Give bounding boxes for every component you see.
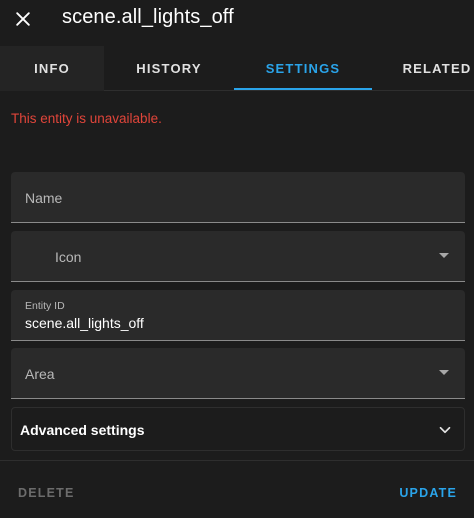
area-label: Area bbox=[25, 366, 55, 382]
tab-settings[interactable]: SETTINGS bbox=[234, 46, 372, 91]
name-label: Name bbox=[25, 190, 63, 206]
dropdown-arrow-icon bbox=[439, 370, 449, 375]
update-button[interactable]: UPDATE bbox=[399, 486, 457, 500]
entity-id-label: Entity ID bbox=[25, 300, 65, 312]
tab-related[interactable]: RELATED bbox=[372, 46, 474, 91]
tab-history[interactable]: HISTORY bbox=[104, 46, 234, 91]
advanced-settings-label: Advanced settings bbox=[20, 422, 145, 438]
dropdown-arrow-icon bbox=[439, 253, 449, 258]
dialog-header: scene.all_lights_off bbox=[0, 0, 474, 46]
icon-label: Icon bbox=[55, 249, 82, 265]
entity-id-value: scene.all_lights_off bbox=[25, 315, 144, 331]
close-icon bbox=[16, 12, 30, 26]
delete-button[interactable]: DELETE bbox=[18, 486, 75, 500]
active-tab-indicator bbox=[234, 88, 372, 90]
chevron-down-icon bbox=[439, 426, 451, 434]
dialog-title: scene.all_lights_off bbox=[62, 6, 234, 28]
area-picker[interactable]: Area bbox=[11, 348, 465, 399]
advanced-settings-expander[interactable]: Advanced settings bbox=[11, 407, 465, 451]
close-button[interactable] bbox=[6, 2, 40, 36]
entity-id-field[interactable]: Entity ID scene.all_lights_off bbox=[11, 290, 465, 341]
tab-bar: INFO HISTORY SETTINGS RELATED bbox=[0, 46, 474, 91]
tab-info[interactable]: INFO bbox=[0, 46, 104, 91]
error-message: This entity is unavailable. bbox=[11, 111, 162, 126]
name-field[interactable]: Name bbox=[11, 172, 465, 223]
icon-picker[interactable]: Icon bbox=[11, 231, 465, 282]
dialog-footer: DELETE UPDATE bbox=[0, 460, 474, 518]
